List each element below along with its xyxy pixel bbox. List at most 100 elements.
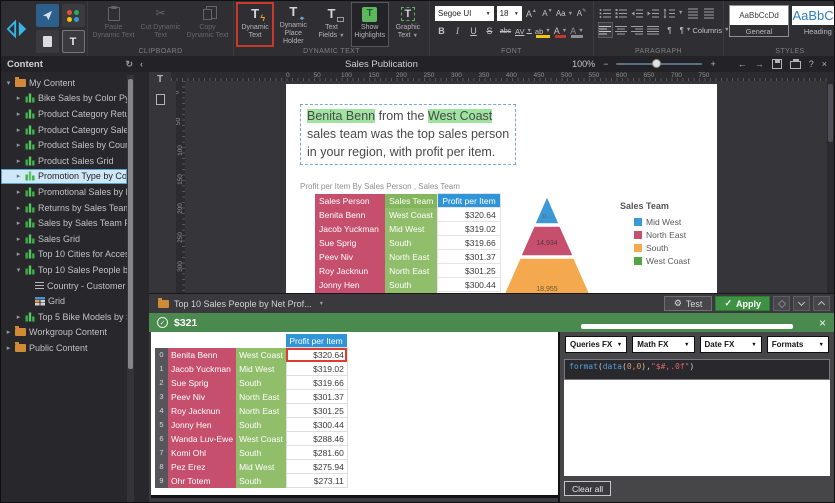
- tree-item[interactable]: ▸Promotion Type by Country Tr...: [1, 169, 127, 185]
- row-index-cell[interactable]: 3: [155, 390, 168, 404]
- tree-collapse-icon[interactable]: ▸: [15, 219, 22, 227]
- tree-expand-icon[interactable]: ▾: [5, 79, 12, 87]
- dynamic-text-block[interactable]: Benita Benn from the West Coastsales tea…: [300, 104, 516, 165]
- formats-select[interactable]: Formats▼: [767, 336, 829, 353]
- value-column-header[interactable]: Profit per Item: [286, 334, 347, 348]
- apply-button[interactable]: ✓Apply: [715, 296, 770, 311]
- strikethrough-button[interactable]: S: [483, 24, 496, 38]
- shrink-font-button[interactable]: A▼: [541, 7, 554, 21]
- pyramid-chart[interactable]: 11,... 14,934 18,955: [482, 194, 612, 293]
- dynamic-text-button[interactable]: Tϟ Dynamic Text: [237, 3, 273, 46]
- rtl-direction-button[interactable]: ¶▼: [679, 23, 692, 37]
- tree-collapse-icon[interactable]: ▸: [15, 141, 22, 149]
- row-index-cell[interactable]: 0: [155, 348, 168, 362]
- sidebar-scrollbar[interactable]: [127, 75, 134, 502]
- name-cell[interactable]: Sue Sprig: [168, 376, 236, 390]
- team-cell[interactable]: South: [236, 474, 286, 488]
- row-index-cell[interactable]: 1: [155, 362, 168, 376]
- tree-item[interactable]: ▸Product Sales by Country Tree ...: [1, 137, 127, 153]
- letter-spacing-button[interactable]: AV▼: [515, 24, 532, 38]
- apps-button[interactable]: [62, 4, 85, 27]
- tree-collapse-icon[interactable]: ▸: [15, 172, 22, 180]
- team-cell[interactable]: Mid West: [236, 460, 286, 474]
- change-case-button[interactable]: Aa▼: [557, 7, 572, 21]
- collapse-panel-icon[interactable]: ‹: [140, 59, 143, 70]
- source-query-select[interactable]: Top 10 Sales People by Net Prof... ▼: [153, 298, 329, 310]
- tree-item[interactable]: ▸Product Sales Grid: [1, 153, 127, 169]
- tree-item[interactable]: ▸Bike Sales by Color Pyramid C...: [1, 91, 127, 107]
- zoom-slider[interactable]: [616, 63, 702, 65]
- tree-item[interactable]: Country - Customer: [1, 278, 127, 294]
- tree-item[interactable]: ▸Product Category Sales Pie Ch...: [1, 122, 127, 138]
- tree-item[interactable]: ▸Top 10 Cities for Accessories S...: [1, 247, 127, 263]
- name-cell[interactable]: Jonny Hen: [168, 418, 236, 432]
- print-icon[interactable]: [790, 61, 801, 69]
- undo-button[interactable]: ←: [738, 59, 747, 69]
- text-block-right-icon[interactable]: [702, 6, 715, 20]
- italic-button[interactable]: I: [451, 24, 464, 38]
- tree-item[interactable]: ▸Product Category Returns by ...: [1, 106, 127, 122]
- team-cell[interactable]: North East: [236, 404, 286, 418]
- bullet-list-button[interactable]: [599, 6, 612, 20]
- tree-collapse-icon[interactable]: ▸: [15, 204, 22, 212]
- close-result-icon[interactable]: ×: [819, 316, 826, 330]
- tree-collapse-icon[interactable]: ▸: [15, 313, 22, 321]
- tree-item[interactable]: ▾My Content: [1, 75, 127, 91]
- row-index-cell[interactable]: 2: [155, 376, 168, 390]
- tree-item[interactable]: ▸Returns by Sales Team Pyrami...: [1, 200, 127, 216]
- tree-item[interactable]: ▸Sales Grid: [1, 231, 127, 247]
- justify-button[interactable]: [647, 23, 660, 37]
- save-icon[interactable]: [772, 59, 782, 69]
- align-center-button[interactable]: [615, 23, 628, 37]
- value-cell[interactable]: $300.44: [286, 418, 347, 432]
- font-family-select[interactable]: Segoe UI▼: [435, 6, 494, 21]
- tree-item[interactable]: ▸Top 5 Bike Models by S: [1, 309, 127, 325]
- zoom-out-button[interactable]: −: [603, 59, 608, 69]
- name-cell[interactable]: Ohr Totem: [168, 474, 236, 488]
- graphic-text-button[interactable]: T Graphic Text▼: [390, 3, 426, 46]
- tree-collapse-icon[interactable]: ▸: [15, 157, 22, 165]
- row-index-cell[interactable]: 6: [155, 432, 168, 446]
- grow-font-button[interactable]: A▲: [525, 7, 538, 21]
- text-highlight-color-button[interactable]: ab▼: [535, 24, 551, 38]
- value-cell[interactable]: $319.66: [286, 376, 347, 390]
- show-highlights-button[interactable]: T Show Highlights: [352, 3, 388, 46]
- text-tool-icon[interactable]: T: [157, 74, 163, 85]
- value-cell[interactable]: $319.02: [286, 362, 347, 376]
- copy-dynamic-text-button[interactable]: Copy Dynamic Text: [185, 3, 230, 46]
- line-spacing-button[interactable]: ▼: [663, 6, 683, 20]
- tree-collapse-icon[interactable]: ▸: [15, 250, 22, 258]
- collapse-panel-button[interactable]: [793, 296, 810, 311]
- row-index-cell[interactable]: 5: [155, 418, 168, 432]
- align-left-button[interactable]: [599, 23, 612, 37]
- row-index-cell[interactable]: 7: [155, 446, 168, 460]
- font-size-select[interactable]: 18▼: [497, 6, 522, 21]
- value-cell[interactable]: $273.11: [286, 474, 347, 488]
- clear-formatting-button[interactable]: A✎: [575, 7, 588, 21]
- name-cell[interactable]: Wanda Luv-Ewe: [168, 432, 236, 446]
- tree-item[interactable]: ▸Sales by Sales Team Pie Chart: [1, 215, 127, 231]
- tree-collapse-icon[interactable]: ▸: [15, 188, 22, 196]
- help-button[interactable]: ?: [809, 59, 814, 69]
- test-button[interactable]: ⚙Test: [664, 296, 713, 311]
- dock-button[interactable]: [773, 296, 790, 311]
- font-color-button[interactable]: A▼: [554, 24, 567, 38]
- row-index-cell[interactable]: 9: [155, 474, 168, 488]
- date-fx-select[interactable]: Date FX▼: [700, 336, 762, 353]
- tree-collapse-icon[interactable]: ▸: [15, 110, 22, 118]
- tree-expand-icon[interactable]: ▾: [15, 266, 22, 274]
- ltr-direction-button[interactable]: ¶: [663, 23, 676, 37]
- redo-button[interactable]: →: [755, 59, 764, 69]
- underline-button[interactable]: U: [467, 24, 480, 38]
- canvas-scrollbar[interactable]: [827, 72, 834, 293]
- tree-collapse-icon[interactable]: ▸: [5, 344, 12, 352]
- clear-all-button[interactable]: Clear all: [564, 481, 611, 496]
- team-cell[interactable]: West Coast: [236, 432, 286, 446]
- close-button[interactable]: ×: [822, 59, 827, 69]
- value-cell[interactable]: $301.25: [286, 404, 347, 418]
- text-fields-button[interactable]: T Text Fields▼: [313, 3, 349, 46]
- align-right-button[interactable]: [631, 23, 644, 37]
- border-color-button[interactable]: A▼: [570, 24, 583, 38]
- dynamic-place-holder-button[interactable]: T⌖ Dynamic Place Holder: [275, 3, 311, 46]
- math-fx-select[interactable]: Math FX▼: [632, 336, 694, 353]
